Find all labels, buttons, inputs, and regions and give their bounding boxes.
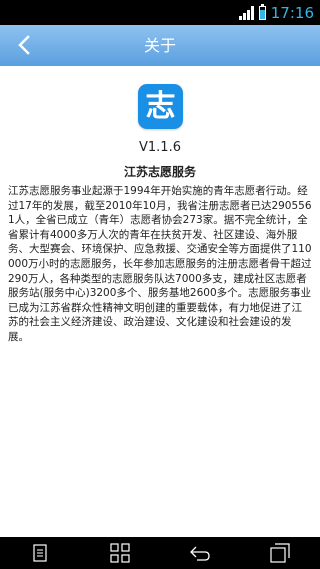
app-logo: 志: [138, 84, 183, 129]
status-time: 17:16: [270, 3, 314, 22]
home-button[interactable]: [100, 537, 140, 569]
back-arrow-icon: [18, 35, 30, 55]
battery-icon: [258, 3, 266, 20]
recent-apps-button[interactable]: [260, 537, 300, 569]
status-bar: 17:16: [0, 0, 320, 25]
page-title: 关于: [143, 36, 176, 55]
back-icon: [190, 546, 210, 561]
app-version: V1.1.6: [139, 140, 181, 155]
about-content: 志 V1.1.6 江苏志愿服务 江苏志愿服务事业起源于1994年开始实施的青年志…: [0, 66, 320, 536]
app-description: 江苏志愿服务事业起源于1994年开始实施的青年志愿者行动。经过17年的发展，截至…: [8, 185, 312, 343]
back-button[interactable]: [10, 31, 38, 59]
menu-icon: [33, 544, 47, 562]
menu-button[interactable]: [20, 537, 60, 569]
app-logo-glyph: 志: [145, 88, 176, 124]
navigation-bar: [0, 537, 320, 569]
app-name: 江苏志愿服务: [123, 165, 196, 179]
home-icon: [110, 543, 130, 563]
back-nav-button[interactable]: [180, 537, 220, 569]
status-icons: 17:16: [238, 0, 314, 25]
signal-icon: [238, 5, 254, 20]
recent-apps-icon: [270, 543, 290, 563]
title-bar: 关于: [0, 25, 320, 66]
